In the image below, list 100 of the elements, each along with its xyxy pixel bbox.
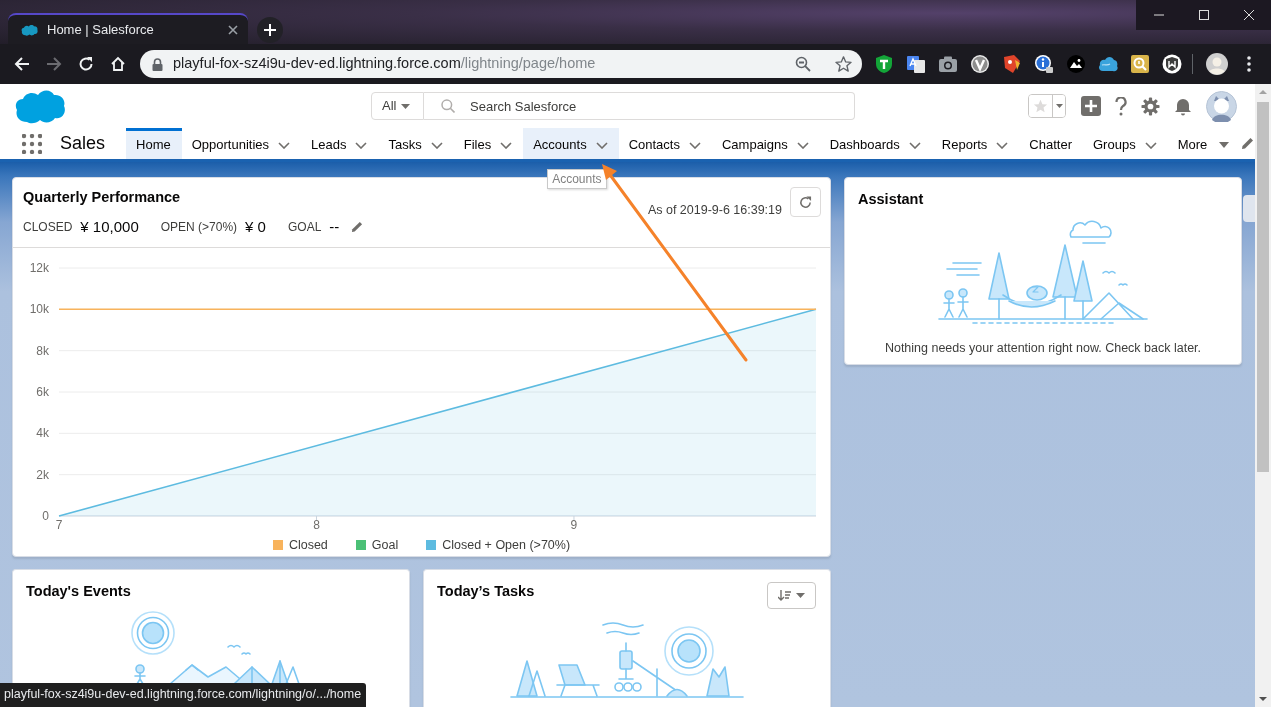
- chevron-down-icon[interactable]: [996, 141, 1009, 149]
- chevron-down-icon[interactable]: [796, 141, 809, 149]
- lock-icon: [152, 57, 163, 71]
- nav-tab[interactable]: Tasks: [378, 128, 454, 159]
- nav-tab[interactable]: Chatter: [1019, 128, 1083, 159]
- legend-label: Closed + Open (>70%): [442, 537, 571, 554]
- chevron-down-icon[interactable]: [430, 141, 443, 149]
- card-title: Today's Events: [26, 582, 132, 601]
- app-launcher-icon[interactable]: [22, 133, 42, 154]
- refresh-button[interactable]: [790, 187, 821, 217]
- search-field[interactable]: Search Salesforce: [424, 92, 855, 120]
- stat-label: OPEN (>70%): [160, 219, 238, 237]
- nav-tab[interactable]: Opportunities: [181, 128, 302, 159]
- search-scope-dropdown[interactable]: All: [371, 92, 424, 120]
- address-bar[interactable]: playful-fox-sz4i9u-dev-ed.lightning.force.com/lightning/page/home: [140, 50, 862, 78]
- cloud-icon: [1098, 54, 1118, 74]
- refresh-icon: [799, 195, 812, 209]
- chevron-down-icon[interactable]: [500, 141, 513, 149]
- empty-state-message: Nothing needs your attention right now. Check back later.: [883, 340, 1203, 357]
- y-tick-label: 8k: [36, 343, 49, 358]
- arrow-right-icon: [46, 56, 62, 72]
- chevron-down-icon[interactable]: [355, 141, 368, 149]
- tag-icon: [1002, 54, 1022, 74]
- chevron-down-icon[interactable]: [688, 141, 701, 149]
- reload-icon: [78, 56, 94, 72]
- sort-menu-button[interactable]: [767, 582, 816, 609]
- chevron-down-icon[interactable]: [908, 141, 921, 149]
- arrow-left-icon: [14, 56, 30, 72]
- stat-value: --: [329, 217, 340, 237]
- magnifier-tile-icon: [1130, 54, 1150, 74]
- nav-tab[interactable]: Campaigns: [711, 128, 820, 159]
- close-icon: [1243, 10, 1254, 20]
- stat-value: ¥ 0: [245, 217, 266, 237]
- legend-label: Closed: [288, 537, 328, 554]
- nav-tab[interactable]: Home: [126, 128, 182, 159]
- chevron-down-icon[interactable]: [1144, 141, 1157, 149]
- scrollbar-thumb[interactable]: [1257, 102, 1269, 472]
- translate-icon: [906, 54, 926, 74]
- status-url: playful-fox-sz4i9u-dev-ed.lightning.force.com/lightning/o/.../home: [0, 683, 367, 707]
- stat-value: ¥ 10,000: [80, 217, 139, 237]
- star-icon: [1033, 99, 1048, 113]
- timestamp: As of 2019-9-6 16:39:19: [647, 202, 782, 219]
- help-icon[interactable]: [1115, 96, 1127, 116]
- x-tick-label: 9: [570, 518, 578, 532]
- more-tab[interactable]: More: [1167, 128, 1238, 159]
- favorites-menu-button[interactable]: [1052, 95, 1065, 117]
- shield-icon: [874, 54, 894, 74]
- nav-tab[interactable]: Groups: [1083, 128, 1168, 159]
- app-name: Sales: [60, 132, 106, 155]
- add-icon[interactable]: [1081, 96, 1101, 116]
- edit-icon[interactable]: [1241, 137, 1255, 150]
- nav-tab[interactable]: Contacts: [618, 128, 712, 159]
- new-tab-button[interactable]: [257, 17, 283, 43]
- search-icon: [441, 99, 455, 113]
- caret-down-icon: [401, 103, 411, 109]
- card-title: Quarterly Performance: [23, 188, 182, 207]
- scrollbar-track[interactable]: [1255, 84, 1271, 707]
- tooltip: Accounts: [547, 169, 607, 189]
- y-tick-label: 12k: [29, 261, 49, 275]
- caret-down-icon: [796, 593, 805, 598]
- browser-tab[interactable]: Home | Salesforce: [8, 13, 248, 44]
- y-tick-label: 10k: [29, 302, 49, 317]
- info-lock-icon: [1034, 54, 1054, 74]
- chevron-down-icon[interactable]: [595, 141, 608, 149]
- nav-tab[interactable]: Leads: [301, 128, 379, 159]
- mountain-icon: [1066, 54, 1086, 74]
- nav-tab[interactable]: Files: [453, 128, 524, 159]
- cloud-icon: [21, 23, 38, 36]
- cloud-logo-icon[interactable]: [14, 88, 66, 124]
- x-tick-label: 8: [313, 518, 320, 532]
- x-tick-label: 7: [55, 518, 63, 532]
- card-title: Assistant: [858, 190, 925, 209]
- side-panel-handle[interactable]: [1243, 195, 1255, 222]
- maximize-icon: [1198, 10, 1209, 20]
- card-title: Today’s Tasks: [437, 582, 535, 601]
- y-tick-label: 4k: [36, 426, 49, 441]
- nav-tab[interactable]: Accounts: [523, 128, 619, 159]
- edit-icon[interactable]: [351, 221, 364, 234]
- zoom-out-icon[interactable]: [795, 56, 811, 72]
- close-icon[interactable]: [228, 24, 238, 35]
- nav-tab[interactable]: Dashboards: [819, 128, 932, 159]
- plus-icon: [264, 24, 276, 36]
- stat-label: CLOSED: [23, 219, 73, 237]
- avatar-icon: [1206, 53, 1228, 75]
- chevron-down-icon[interactable]: [278, 141, 291, 149]
- user-avatar-icon[interactable]: [1206, 90, 1237, 122]
- camera-icon: [938, 54, 958, 74]
- sort-icon: [778, 590, 791, 601]
- y-tick-label: 0: [42, 509, 49, 523]
- home-icon: [110, 56, 126, 72]
- stat-label: GOAL: [287, 219, 322, 237]
- star-icon[interactable]: [835, 56, 852, 72]
- settings-icon[interactable]: [1141, 96, 1160, 116]
- bell-icon[interactable]: [1174, 96, 1192, 116]
- caret-down-icon: [1219, 142, 1230, 148]
- more-vertical-icon: [1247, 56, 1251, 72]
- nav-tab[interactable]: Reports: [931, 128, 1020, 159]
- url-text: playful-fox-sz4i9u-dev-ed.lightning.force.com/lightning/page/home: [173, 54, 596, 74]
- shield-badge-icon: [1162, 54, 1182, 74]
- caret-down-icon: [1055, 104, 1063, 108]
